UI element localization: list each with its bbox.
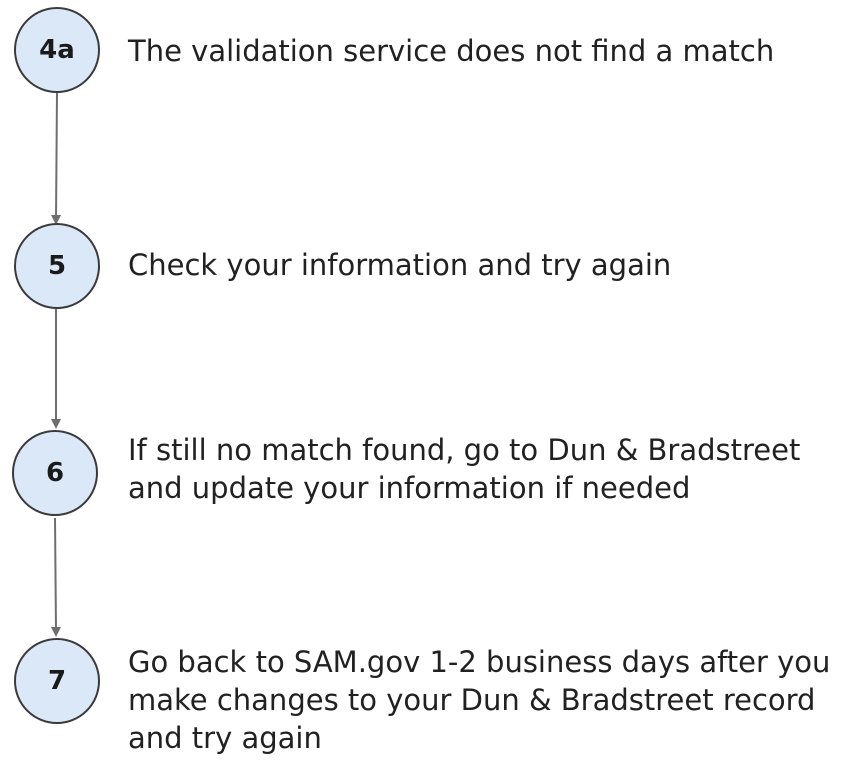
step-circle-6: 6 xyxy=(12,430,98,516)
step-6-line-2: and update your information if needed xyxy=(128,471,691,505)
step-description-7: Go back to SAM.gov 1-2 business days aft… xyxy=(128,643,858,757)
step-circle-4a: 4a xyxy=(14,7,100,93)
step-description-4a: The validation service does not find a m… xyxy=(128,32,858,70)
step-7-line-2: make changes to your Dun & Bradstreet re… xyxy=(128,683,816,717)
step-7-line-1: Go back to SAM.gov 1-2 business days aft… xyxy=(128,645,831,679)
step-circle-7: 7 xyxy=(14,638,100,724)
process-flow-diagram: 4a The validation service does not find … xyxy=(0,0,862,767)
step-circle-5: 5 xyxy=(14,223,100,309)
step-description-5: Check your information and try again xyxy=(128,246,858,284)
connector-4a-to-5 xyxy=(51,92,62,225)
step-6-line-1: If still no match found, go to Dun & Bra… xyxy=(128,433,801,467)
step-5-line-1: Check your information and try again xyxy=(128,248,672,282)
step-4a-line-1: The validation service does not find a m… xyxy=(128,34,775,68)
step-description-6: If still no match found, go to Dun & Bra… xyxy=(128,431,858,507)
step-7-line-3: and try again xyxy=(128,721,322,755)
connector-6-to-7 xyxy=(50,517,61,637)
